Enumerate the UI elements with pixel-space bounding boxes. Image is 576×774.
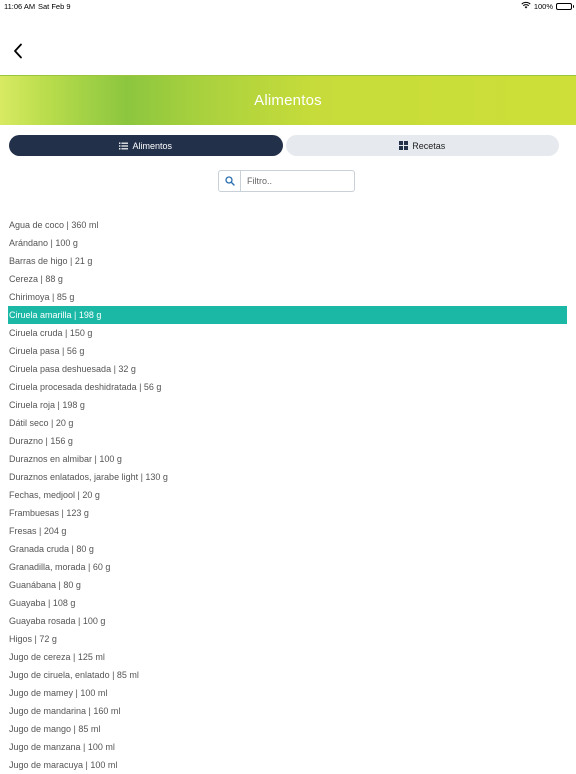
tab-recetas-label: Recetas xyxy=(412,140,446,151)
list-item[interactable]: Durazno | 156 g xyxy=(9,432,567,450)
list-item[interactable]: Ciruela cruda | 150 g xyxy=(9,324,567,342)
status-time: 11:06 AM xyxy=(4,2,36,11)
list-item[interactable]: Ciruela pasa deshuesada | 32 g xyxy=(9,360,567,378)
food-list: Agua de coco | 360 ml Arándano | 100 g Bar… xyxy=(8,216,567,774)
search-icon xyxy=(224,176,235,186)
list-item[interactable]: Barras de higo | 21 g xyxy=(9,252,567,270)
list-item[interactable]: Fechas, medjool | 20 g xyxy=(9,486,567,504)
list-icon xyxy=(119,142,129,149)
list-item[interactable]: Arándano | 100 g xyxy=(9,234,567,252)
list-item[interactable]: Granada cruda | 80 g xyxy=(9,540,567,558)
search-bar xyxy=(218,170,355,192)
back-button[interactable] xyxy=(8,40,28,62)
header-banner: Alimentos xyxy=(0,75,576,125)
list-item[interactable]: Duraznos en almibar | 100 g xyxy=(9,450,567,468)
list-item[interactable]: Frambuesas | 123 g xyxy=(9,504,567,522)
chevron-left-icon xyxy=(14,43,22,59)
list-item[interactable]: Ciruela amarilla | 198 g xyxy=(8,306,567,324)
list-item[interactable]: Jugo de manzana | 100 ml xyxy=(9,738,567,756)
list-item[interactable]: Guayaba rosada | 100 g xyxy=(9,612,567,630)
page-title: Alimentos xyxy=(254,92,322,109)
list-item[interactable]: Ciruela pasa | 56 g xyxy=(9,342,567,360)
list-item[interactable]: Chirimoya | 85 g xyxy=(9,288,567,306)
battery-percent: 100% xyxy=(533,1,553,11)
list-item[interactable]: Jugo de cereza | 125 ml xyxy=(9,648,567,666)
list-item[interactable]: Guayaba | 108 g xyxy=(9,594,567,612)
list-item[interactable]: Jugo de maracuya | 100 ml xyxy=(9,756,567,774)
battery-icon xyxy=(556,2,574,10)
tab-alimentos[interactable]: Alimentos xyxy=(9,135,283,156)
segment-tabs: Alimentos Recetas xyxy=(9,135,559,156)
status-right: 100% xyxy=(521,1,574,11)
list-item[interactable]: Granadilla, morada | 60 g xyxy=(9,558,567,576)
list-item[interactable]: Higos | 72 g xyxy=(9,630,567,648)
list-item[interactable]: Cereza | 88 g xyxy=(9,270,567,288)
list-item[interactable]: Jugo de mandarina | 160 ml xyxy=(9,702,567,720)
list-item[interactable]: Guanábana | 80 g xyxy=(9,576,567,594)
status-date: Sat Feb 9 xyxy=(38,2,71,11)
list-item[interactable]: Ciruela procesada deshidratada | 56 g xyxy=(9,378,567,396)
search-input[interactable] xyxy=(241,170,355,192)
search-button[interactable] xyxy=(218,170,241,192)
list-item[interactable]: Fresas | 204 g xyxy=(9,522,567,540)
list-item[interactable]: Dátil seco | 20 g xyxy=(9,414,567,432)
list-item[interactable]: Jugo de ciruela, enlatado | 85 ml xyxy=(9,666,567,684)
list-item[interactable]: Agua de coco | 360 ml xyxy=(9,216,567,234)
wifi-icon xyxy=(521,1,531,11)
list-item[interactable]: Ciruela roja | 198 g xyxy=(9,396,567,414)
list-item[interactable]: Jugo de mamey | 100 ml xyxy=(9,684,567,702)
status-bar: 11:06 AM Sat Feb 9 100% xyxy=(0,0,576,12)
tab-recetas[interactable]: Recetas xyxy=(285,135,559,156)
list-item[interactable]: Jugo de mango | 85 ml xyxy=(9,720,567,738)
grid-icon xyxy=(399,141,409,150)
tab-alimentos-label: Alimentos xyxy=(132,140,172,151)
list-item[interactable]: Duraznos enlatados, jarabe light | 130 g xyxy=(9,468,567,486)
